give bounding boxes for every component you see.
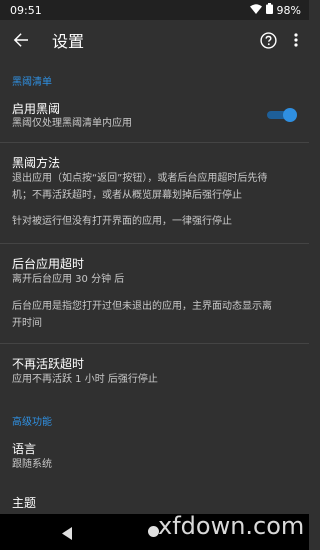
pref-enable[interactable]: 启用黑阈 黑阈仅处理黑阈清单内应用 <box>0 90 309 138</box>
status-bar: 09:51 98% <box>0 0 309 20</box>
pref-theme-title: 主题 <box>12 496 37 510</box>
more-options-button[interactable] <box>289 29 303 51</box>
pref-bg-timeout-summary-1: 离开后台应用 30 分钟 后 <box>12 274 125 285</box>
enable-toggle[interactable] <box>267 108 297 122</box>
page-title: 设置 <box>52 32 85 51</box>
pref-method-title: 黑阈方法 <box>12 156 61 170</box>
wifi-icon <box>249 3 262 17</box>
back-button[interactable] <box>10 29 32 51</box>
app-toolbar: 设置 <box>0 20 309 60</box>
pref-bg-timeout-title: 后台应用超时 <box>12 257 85 271</box>
help-circle-icon <box>259 31 277 49</box>
nav-back-triangle-icon[interactable] <box>62 525 73 544</box>
status-icons: 98% <box>249 3 301 17</box>
pref-theme[interactable]: 主题 <box>0 485 309 514</box>
pref-inactive-timeout-title: 不再活跃超时 <box>12 357 85 371</box>
battery-percent: 98% <box>276 3 301 17</box>
pref-language-summary: 跟随系统 <box>12 459 52 470</box>
pref-inactive-timeout-summary: 应用不再活跃 1 小时 后强行停止 <box>12 374 158 385</box>
pref-bg-timeout-summary-2: 后台应用是指您打开过但未退出的应用，主界面动态显示离 <box>12 301 272 312</box>
pref-method-summary-2: 机；不再活跃超时，或者从概览屏幕划掉后强行停止 <box>12 190 242 201</box>
more-vert-icon <box>294 33 298 47</box>
pref-language[interactable]: 语言 跟随系统 <box>0 430 309 474</box>
pref-enable-summary: 黑阈仅处理黑阈清单内应用 <box>12 118 132 129</box>
arrow-back-icon <box>13 33 28 47</box>
toggle-thumb <box>283 108 297 122</box>
settings-list: 黑阈清单 启用黑阈 黑阈仅处理黑阈清单内应用 黑阈方法 退出应用（如点按“返回”… <box>0 60 309 514</box>
pref-bg-timeout[interactable]: 后台应用超时 离开后台应用 30 分钟 后 后台应用是指您打开过但未退出的应用，… <box>0 244 309 340</box>
help-button[interactable] <box>257 29 279 51</box>
pref-inactive-timeout[interactable]: 不再活跃超时 应用不再活跃 1 小时 后强行停止 <box>0 344 309 394</box>
pref-method-summary-1: 退出应用（如点按“返回”按钮），或者后台应用超时后先待 <box>12 173 268 184</box>
status-time: 09:51 <box>10 3 42 17</box>
pref-bg-timeout-summary-3: 开时间 <box>12 318 42 329</box>
section-header-advanced: 高级功能 <box>12 417 52 428</box>
watermark-text: xfdown.com <box>158 512 305 540</box>
pref-language-title: 语言 <box>12 442 37 456</box>
section-header-blocklist: 黑阈清单 <box>12 77 52 88</box>
pref-method[interactable]: 黑阈方法 退出应用（如点按“返回”按钮），或者后台应用超时后先待 机；不再活跃超… <box>0 143 309 241</box>
battery-icon <box>265 3 273 17</box>
pref-method-summary-3: 针对被运行但没有打开界面的应用，一律强行停止 <box>12 216 232 227</box>
